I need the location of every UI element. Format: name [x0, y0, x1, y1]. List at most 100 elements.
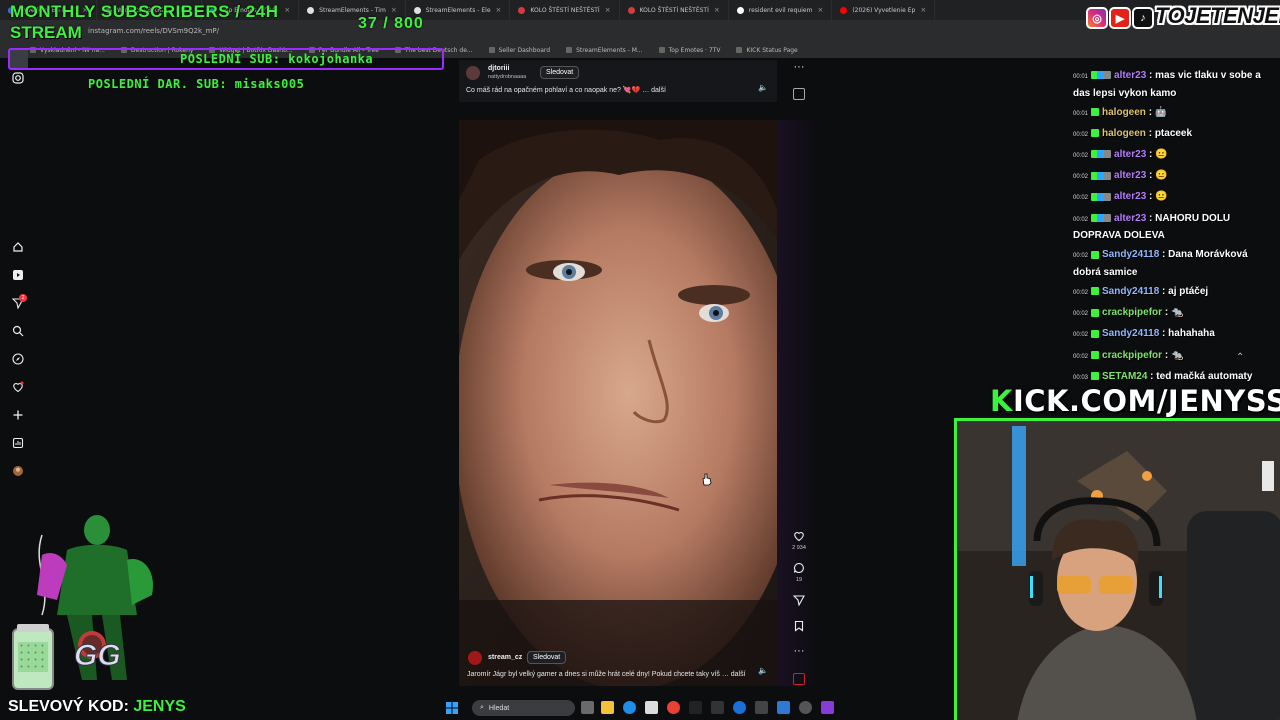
comment-icon[interactable] — [789, 562, 809, 577]
chat-username[interactable]: alter23 — [1114, 149, 1146, 160]
notifications-icon[interactable] — [12, 381, 24, 393]
chat-separator: : — [1146, 191, 1156, 203]
chat-username[interactable]: SETAM24 — [1102, 371, 1147, 382]
tab-close-icon[interactable]: × — [714, 6, 720, 14]
explore-icon[interactable] — [12, 353, 24, 365]
chat-separator: : — [1159, 286, 1169, 297]
tab-close-icon[interactable]: × — [496, 6, 502, 14]
notification-badge: 2 — [19, 294, 27, 302]
more-options-icon[interactable]: ··· — [789, 61, 809, 73]
reel2-follow-button[interactable]: Sledovat — [527, 651, 567, 664]
chat-username[interactable]: alter23 — [1114, 170, 1146, 181]
mute-icon[interactable]: 🔈 — [758, 83, 768, 92]
tab-close-icon[interactable]: × — [920, 6, 926, 14]
task-view-icon[interactable] — [581, 701, 594, 714]
tab-close-icon[interactable]: × — [391, 6, 397, 14]
bookmark-favicon-icon — [488, 47, 495, 53]
file-explorer-icon[interactable] — [601, 701, 614, 714]
bookmark-item[interactable]: Top Emotes · 7TV — [658, 47, 720, 54]
instagram-logo-icon[interactable] — [12, 72, 24, 84]
tab-label: KOLO ŠTĚSTÍ NEŠTĚSTÍ — [639, 6, 709, 14]
last-donation-label: POSLEDNÍ DAR. SUB: misaks005 — [88, 77, 305, 91]
store-icon[interactable] — [645, 701, 658, 714]
chat-badge-icon — [1091, 71, 1112, 80]
tab-label: (2026) Vyvetlenie Ep — [852, 6, 916, 14]
dashboard-icon[interactable] — [12, 437, 24, 449]
kick-letter: K — [990, 384, 1013, 418]
search-icon[interactable] — [12, 325, 24, 337]
home-icon[interactable] — [12, 241, 24, 253]
chat-timestamp: 00:02 — [1073, 174, 1089, 181]
chat-badge-icon — [1091, 129, 1100, 138]
reel-username[interactable]: djtoriii — [488, 65, 509, 72]
reel-previous[interactable]: djtoriii nattydrobnaaaa Sledovat Co máš … — [459, 60, 777, 102]
bookmark-favicon-icon — [658, 47, 665, 53]
browser-tab[interactable]: resident evil requiem × — [729, 0, 833, 20]
chat-username[interactable]: halogeen — [1102, 107, 1146, 118]
reel2-username[interactable]: stream_cz — [488, 654, 522, 661]
like-icon[interactable] — [789, 530, 809, 545]
taskbar-app-2-icon[interactable] — [711, 701, 724, 714]
reel2-mute-icon[interactable]: 🔈 — [758, 666, 768, 675]
windows-start-icon[interactable] — [446, 701, 458, 714]
chat-badge-icon — [1091, 372, 1100, 381]
taskbar-app-5-icon[interactable] — [777, 701, 790, 714]
taskbar-app-3-icon[interactable] — [733, 701, 746, 714]
chat-username[interactable]: Sandy24118 — [1102, 328, 1159, 339]
chat-username[interactable]: crackpipefor — [1102, 350, 1162, 361]
reel-audio[interactable]: nattydrobnaaaa — [488, 74, 526, 80]
reel2-more-icon[interactable]: ··· — [789, 645, 809, 657]
chat-badge-icon — [1091, 213, 1112, 222]
taskbar-search[interactable]: ⌕ Hledat — [472, 700, 575, 716]
browser-tab[interactable]: KOLO ŠTĚSTÍ NEŠTĚSTÍ × — [620, 0, 729, 20]
taskbar-app-7-icon[interactable] — [821, 701, 834, 714]
chat-username[interactable]: Sandy24118 — [1102, 286, 1159, 297]
browser-tab[interactable]: KOLO ŠTĚSTÍ NEŠTĚSTÍ × — [510, 0, 620, 20]
profile-icon[interactable] — [12, 465, 24, 477]
edge-icon[interactable] — [623, 701, 636, 714]
save-icon[interactable] — [789, 620, 809, 635]
bookmark-item[interactable]: KICK Status Page — [736, 47, 798, 54]
tab-close-icon[interactable]: × — [817, 6, 823, 14]
saved-square-icon[interactable] — [793, 88, 805, 100]
chat-separator: : — [1162, 307, 1171, 319]
chat-scroll-up-icon[interactable]: ⌃ — [1236, 352, 1244, 363]
audio-thumb[interactable] — [793, 673, 805, 685]
taskbar-app-4-icon[interactable] — [755, 701, 768, 714]
taskbar-app-6-icon[interactable] — [799, 701, 812, 714]
browser-tab[interactable]: (2026) Vyvetlenie Ep × — [832, 0, 936, 20]
chat-message: 00:02 Sandy24118 : Dana Morávková dobrá s… — [1073, 247, 1273, 280]
tab-close-icon[interactable]: × — [605, 6, 611, 14]
chat-username[interactable]: alter23 — [1114, 191, 1146, 202]
bookmark-item[interactable]: Seller Dashboard — [488, 46, 551, 54]
chat-timestamp: 00:02 — [1073, 311, 1089, 318]
chat-badge-icon — [1091, 192, 1112, 201]
bookmark-label: Seller Dashboard — [498, 46, 551, 54]
chat-username[interactable]: alter23 — [1114, 70, 1146, 81]
chat-message: 00:02 crackpipefor : 🐀 — [1073, 305, 1273, 323]
chat-text: ptaceek — [1154, 127, 1193, 139]
taskbar-app-1-icon[interactable] — [689, 701, 702, 714]
chrome-icon[interactable] — [667, 701, 680, 714]
reel-video[interactable]: stream_cz Sledovat Jaromír Jágr byl velk… — [459, 120, 777, 686]
chat-timestamp: 00:03 — [1073, 374, 1089, 381]
follow-button[interactable]: Sledovat — [540, 66, 580, 79]
reels-icon[interactable] — [12, 269, 24, 281]
share-icon[interactable] — [789, 594, 809, 609]
create-icon[interactable] — [12, 409, 24, 421]
chat-username[interactable]: alter23 — [1114, 213, 1146, 224]
tab-favicon-icon — [627, 6, 635, 14]
url-field[interactable]: instagram.com/reels/DVSm9Q2k_mP/ — [88, 27, 219, 35]
chat-username[interactable]: crackpipefor — [1102, 307, 1162, 318]
chat-text: aj ptáčej — [1168, 286, 1209, 297]
chat-text: 🐀 — [1170, 349, 1184, 361]
reel2-avatar[interactable] — [468, 651, 482, 665]
chat-timestamp: 00:02 — [1073, 332, 1089, 339]
chat-message: 00:01 alter23 : mas vic tlaku v sobe a da… — [1073, 68, 1273, 101]
bookmark-item[interactable]: StreamElements - M... — [566, 47, 643, 54]
tab-label: resident evil requiem — [748, 6, 813, 14]
chat-username[interactable]: Sandy24118 — [1102, 249, 1159, 260]
chat-username[interactable]: halogeen — [1102, 128, 1146, 139]
tab-close-icon[interactable]: × — [284, 6, 290, 14]
reel-avatar[interactable] — [466, 66, 480, 80]
